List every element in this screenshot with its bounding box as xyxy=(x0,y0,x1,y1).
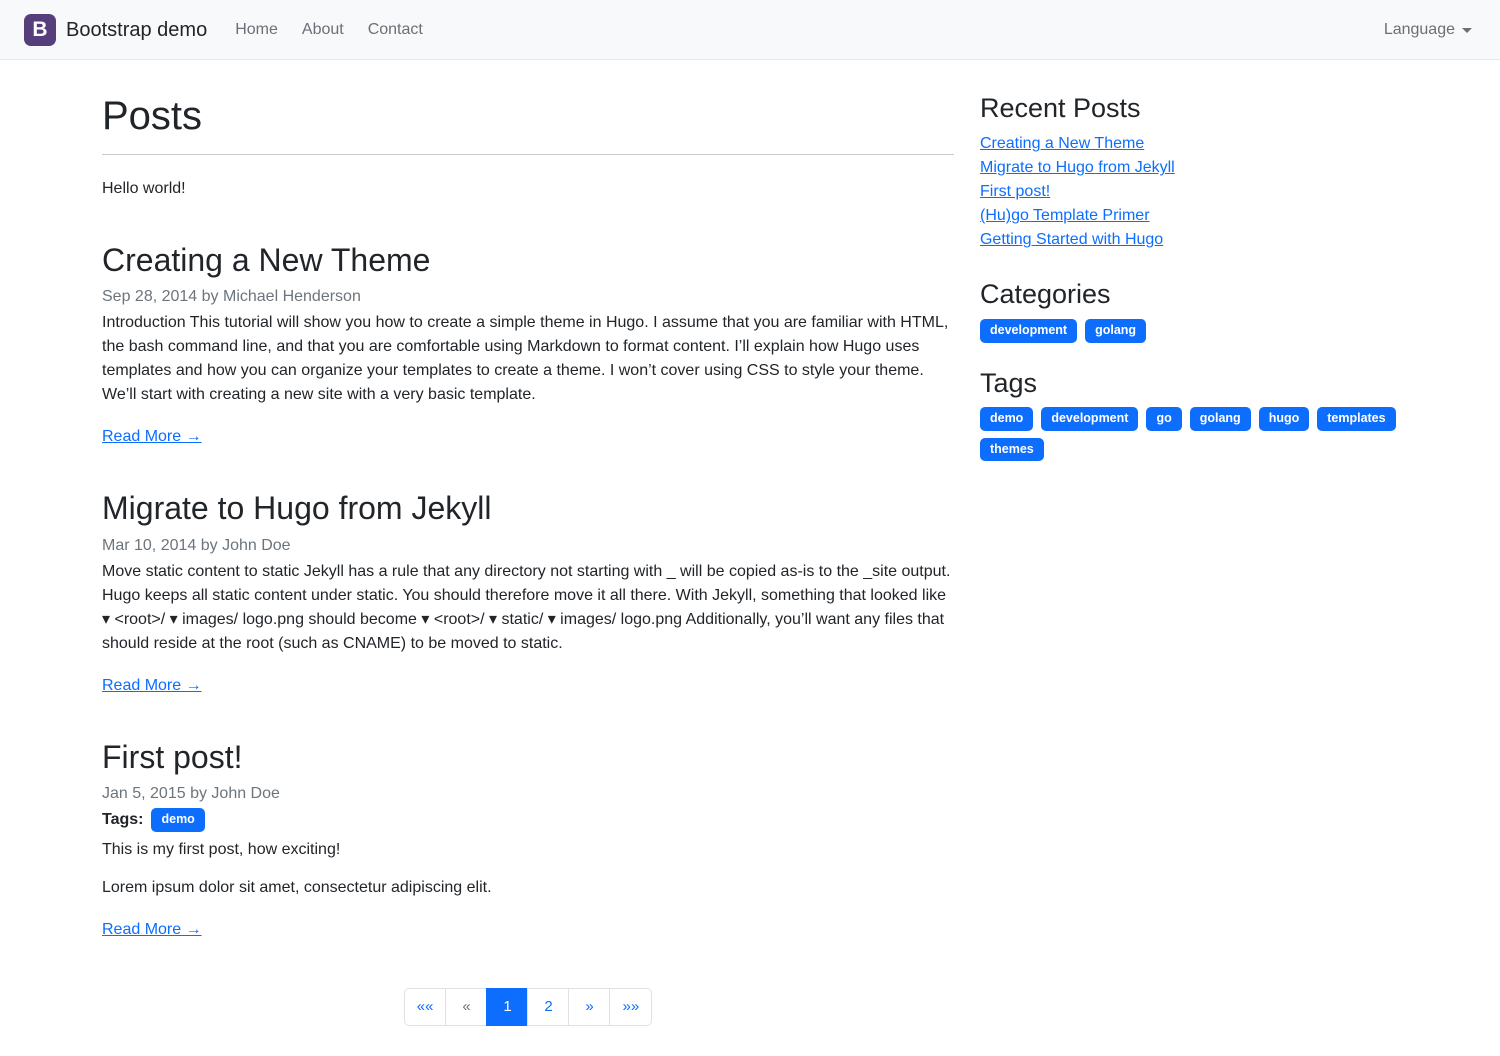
recent-post-item: Getting Started with Hugo xyxy=(980,228,1398,252)
navbar-brand[interactable]: Bootstrap demo xyxy=(66,15,207,45)
post-article: Migrate to Hugo from Jekyll Mar 10, 2014… xyxy=(102,489,954,697)
nav-item-about[interactable]: About xyxy=(292,10,354,50)
tags-badges: demo development go golang hugo template… xyxy=(980,407,1398,462)
post-title[interactable]: Migrate to Hugo from Jekyll xyxy=(102,489,954,527)
categories-title: Categories xyxy=(980,278,1398,310)
pagination-prev-link: « xyxy=(445,988,487,1026)
recent-post-link[interactable]: (Hu)go Template Primer xyxy=(980,207,1150,224)
recent-post-item: First post! xyxy=(980,180,1398,204)
tag-badge[interactable]: demo xyxy=(980,407,1033,431)
post-meta: Sep 28, 2014 by Michael Henderson xyxy=(102,285,954,309)
pagination-last[interactable]: »» xyxy=(610,988,652,1026)
read-more-link[interactable]: Read More → xyxy=(102,918,202,942)
recent-post-item: (Hu)go Template Primer xyxy=(980,204,1398,228)
post-tags-line: Tags: demo xyxy=(102,808,954,832)
post-meta: Mar 10, 2014 by John Doe xyxy=(102,534,954,558)
recent-posts-list: Creating a New Theme Migrate to Hugo fro… xyxy=(980,132,1398,252)
recent-post-item: Creating a New Theme xyxy=(980,132,1398,156)
pagination-page-2-link[interactable]: 2 xyxy=(527,988,569,1026)
title-divider xyxy=(102,154,954,155)
pagination-next[interactable]: » xyxy=(569,988,610,1026)
post-excerpt: Move static content to static Jekyll has… xyxy=(102,560,954,656)
pagination-first[interactable]: «« xyxy=(404,988,447,1026)
post-title[interactable]: Creating a New Theme xyxy=(102,241,954,279)
pagination-page-1[interactable]: 1 xyxy=(487,988,528,1026)
sidebar: Recent Posts Creating a New Theme Migrat… xyxy=(966,92,1398,461)
tag-badge[interactable]: themes xyxy=(980,438,1044,462)
read-more-link[interactable]: Read More → xyxy=(102,425,202,449)
read-more-link[interactable]: Read More → xyxy=(102,674,202,698)
category-badge[interactable]: development xyxy=(980,319,1077,343)
navbar: B Bootstrap demo Home About Contact Lang… xyxy=(0,0,1500,60)
nav-item-contact[interactable]: Contact xyxy=(358,10,433,50)
navbar-links: Home About Contact xyxy=(225,10,433,50)
tag-badge[interactable]: templates xyxy=(1317,407,1395,431)
pagination-first-link[interactable]: «« xyxy=(404,988,447,1026)
recent-post-link[interactable]: Migrate to Hugo from Jekyll xyxy=(980,159,1175,176)
tag-badge[interactable]: development xyxy=(1041,407,1138,431)
intro-text: Hello world! xyxy=(102,177,954,201)
post-article: Creating a New Theme Sep 28, 2014 by Mic… xyxy=(102,241,954,449)
recent-post-link[interactable]: Creating a New Theme xyxy=(980,135,1144,152)
pagination-page-2[interactable]: 2 xyxy=(528,988,569,1026)
tag-badge-demo[interactable]: demo xyxy=(151,808,204,832)
pagination: «« « 1 2 » »» xyxy=(102,988,954,1026)
post-paragraph: This is my first post, how exciting! xyxy=(102,838,954,862)
post-paragraph: Lorem ipsum dolor sit amet, consectetur … xyxy=(102,876,954,900)
recent-post-link[interactable]: First post! xyxy=(980,183,1050,200)
recent-post-item: Migrate to Hugo from Jekyll xyxy=(980,156,1398,180)
categories-section: Categories development golang xyxy=(980,278,1398,342)
recent-post-link[interactable]: Getting Started with Hugo xyxy=(980,231,1163,248)
posts-column: Posts Hello world! Creating a New Theme … xyxy=(102,92,966,1056)
caret-down-icon xyxy=(1462,28,1472,33)
recent-posts-section: Recent Posts Creating a New Theme Migrat… xyxy=(980,92,1398,252)
tags-section: Tags demo development go golang hugo tem… xyxy=(980,367,1398,462)
tag-badge[interactable]: go xyxy=(1146,407,1181,431)
language-dropdown[interactable]: Language xyxy=(1380,10,1476,50)
post-excerpt: Introduction This tutorial will show you… xyxy=(102,311,954,407)
post-article: First post! Jan 5, 2015 by John Doe Tags… xyxy=(102,738,954,942)
tag-badge[interactable]: hugo xyxy=(1259,407,1310,431)
nav-item-home[interactable]: Home xyxy=(225,10,288,50)
language-dropdown-label: Language xyxy=(1384,18,1455,42)
categories-badges: development golang xyxy=(980,319,1398,343)
tag-badge[interactable]: golang xyxy=(1190,407,1251,431)
recent-posts-title: Recent Posts xyxy=(980,92,1398,124)
tags-label: Tags: xyxy=(102,808,143,832)
pagination-prev: « xyxy=(446,988,487,1026)
bootstrap-logo-icon[interactable]: B xyxy=(24,14,56,46)
post-meta: Jan 5, 2015 by John Doe xyxy=(102,782,954,806)
pagination-last-link[interactable]: »» xyxy=(609,988,652,1026)
tags-title: Tags xyxy=(980,367,1398,399)
post-title[interactable]: First post! xyxy=(102,738,954,776)
page-title: Posts xyxy=(102,92,954,140)
category-badge[interactable]: golang xyxy=(1085,319,1146,343)
content-container: Posts Hello world! Creating a New Theme … xyxy=(90,60,1410,1056)
pagination-page-1-link[interactable]: 1 xyxy=(486,988,528,1026)
pagination-next-link[interactable]: » xyxy=(568,988,610,1026)
